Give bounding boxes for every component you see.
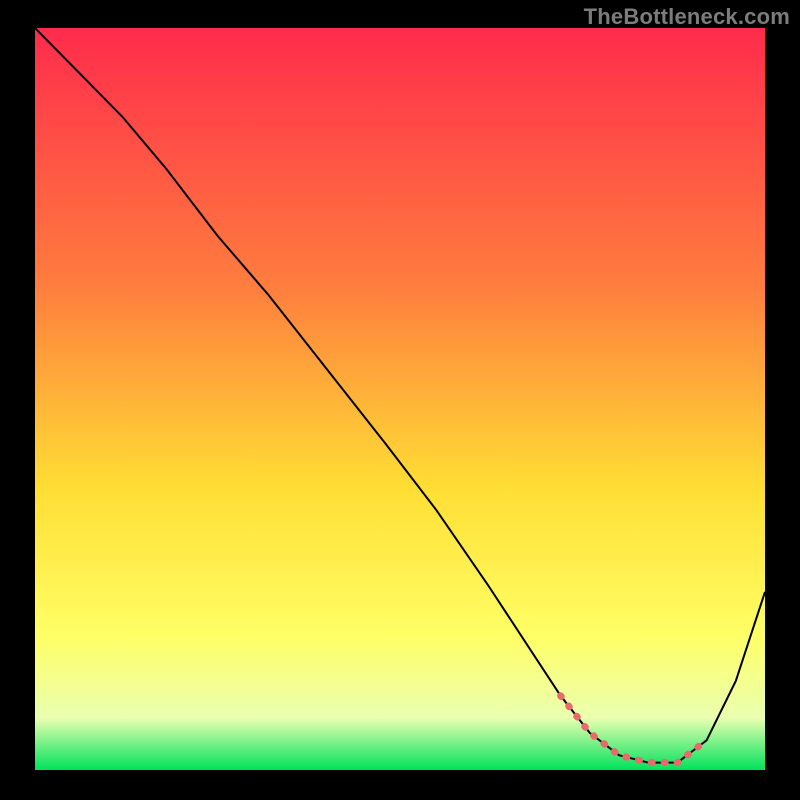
chart-stage: TheBottleneck.com (0, 0, 800, 800)
plot-background (35, 28, 765, 770)
watermark-text: TheBottleneck.com (584, 4, 790, 30)
bottleneck-chart (0, 0, 800, 800)
